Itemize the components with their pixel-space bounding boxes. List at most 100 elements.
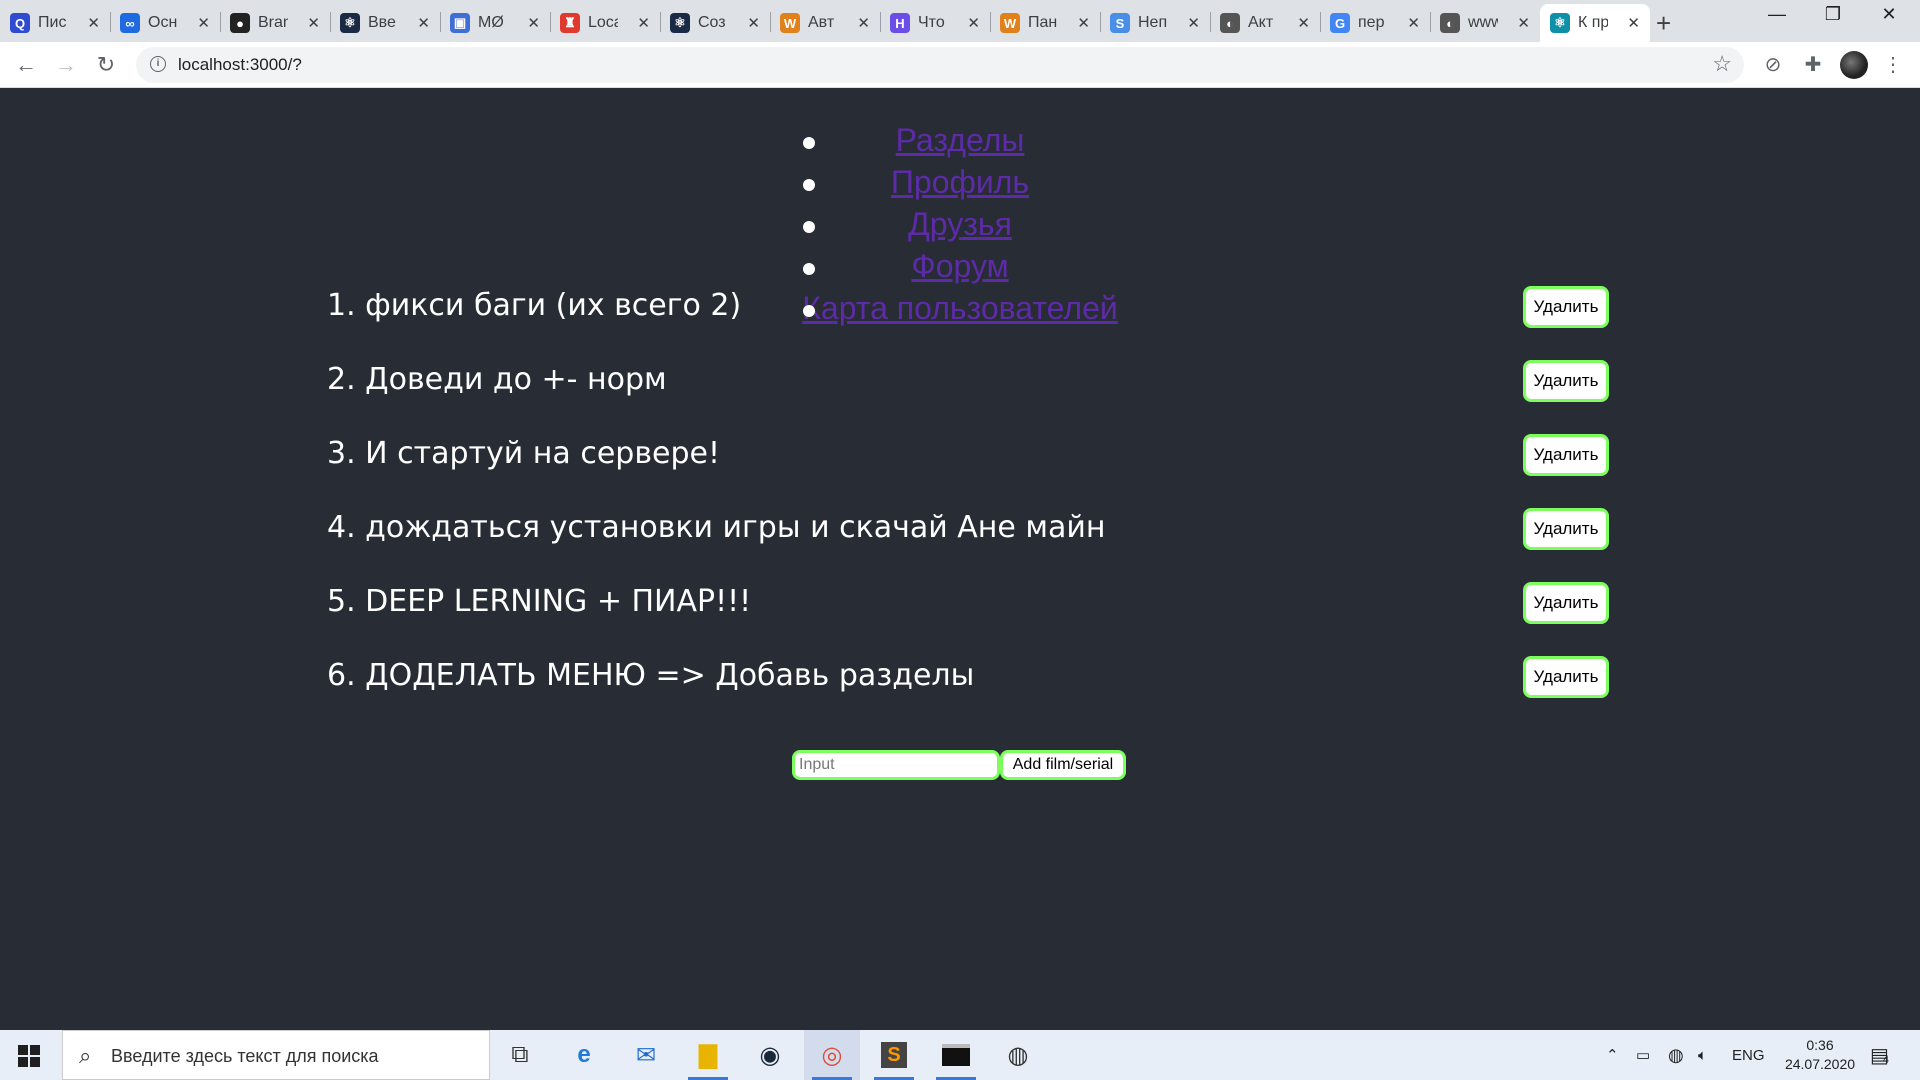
close-tab-icon[interactable]: ✕ xyxy=(527,14,540,32)
profile-avatar[interactable] xyxy=(1840,51,1868,79)
add-film-button[interactable]: Add film/serial xyxy=(1000,750,1126,780)
restore-icon[interactable]: ❐ xyxy=(1810,4,1856,25)
todo-text: 3. И стартуй на сервере! xyxy=(327,436,720,471)
list-bullet xyxy=(803,179,815,191)
chrome-icon[interactable]: ◎ xyxy=(804,1030,860,1080)
browser-tab[interactable]: W Авт ✕ xyxy=(770,4,880,42)
edge-icon[interactable]: e xyxy=(556,1030,612,1080)
mail-icon[interactable]: ✉ xyxy=(618,1030,674,1080)
nav-link-profile[interactable]: Профиль xyxy=(891,164,1029,200)
browser-tab[interactable]: H Что ✕ xyxy=(880,4,990,42)
delete-button[interactable]: Удалить xyxy=(1523,582,1609,624)
volume-icon[interactable]: 🔈︎ xyxy=(1698,1030,1707,1080)
close-tab-icon[interactable]: ✕ xyxy=(1407,14,1420,32)
browser-menu-icon[interactable]: ⋮ xyxy=(1880,52,1906,78)
close-tab-icon[interactable]: ✕ xyxy=(1517,14,1530,32)
tray-chevron-icon[interactable]: ⌃ xyxy=(1606,1030,1619,1080)
extension-sync-icon[interactable]: ⊘ xyxy=(1760,52,1786,78)
close-tab-icon[interactable]: ✕ xyxy=(1627,14,1640,32)
tab-separator xyxy=(770,12,771,32)
tab-title: Осн xyxy=(148,14,178,31)
delete-button[interactable]: Удалить xyxy=(1523,656,1609,698)
tab-title: Соз xyxy=(698,14,726,31)
tab-title: Акт xyxy=(1248,14,1274,31)
clock-date: 24.07.2020 xyxy=(1784,1056,1856,1072)
battery-icon[interactable]: ▭ xyxy=(1636,1030,1650,1080)
todo-text: 5. DEEP LERNING + ПИАР!!! xyxy=(327,584,752,619)
taskbar-search[interactable]: ⌕ Введите здесь текст для поиска xyxy=(62,1030,490,1080)
url-text[interactable]: localhost:3000/? xyxy=(178,55,302,75)
close-tab-icon[interactable]: ✕ xyxy=(1297,14,1310,32)
extensions-puzzle-icon[interactable]: ✚ xyxy=(1800,52,1826,78)
close-tab-icon[interactable]: ✕ xyxy=(967,14,980,32)
delete-button[interactable]: Удалить xyxy=(1523,434,1609,476)
browser-tab[interactable]: Q Пис ✕ xyxy=(0,4,110,42)
bookmark-star-icon[interactable]: ☆ xyxy=(1712,51,1732,77)
obs-icon[interactable]: ◍ xyxy=(990,1030,1046,1080)
tab-title: www xyxy=(1468,14,1498,31)
browser-tab[interactable]: ◐ Акт ✕ xyxy=(1210,4,1320,42)
browser-tab[interactable]: ▣ MØ ✕ xyxy=(440,4,550,42)
network-globe-icon[interactable]: ◍ xyxy=(1668,1030,1684,1080)
browser-tab[interactable]: ⚛ Соз ✕ xyxy=(660,4,770,42)
forward-icon[interactable]: → xyxy=(52,52,80,78)
add-form: Add film/serial xyxy=(792,750,1126,780)
delete-button[interactable]: Удалить xyxy=(1523,286,1609,328)
todo-text: 1. фикси баги (их всего 2) xyxy=(327,288,742,323)
browser-tab[interactable]: W Пан ✕ xyxy=(990,4,1100,42)
nav-link-forum[interactable]: Форум xyxy=(911,248,1008,284)
tab-strip: Q Пис ✕ ∞ Осн ✕ ● Bran ✕ ⚛ Вве ✕ ▣ MØ ✕ ♜ Loca ✕ ⚛ Соз ✕ W Авт… xyxy=(0,0,1920,42)
clock[interactable]: 0:36 24.07.2020 xyxy=(1772,1036,1868,1074)
address-bar[interactable]: i localhost:3000/? ☆ xyxy=(136,47,1744,83)
file-explorer-icon[interactable]: ▇ xyxy=(680,1030,736,1080)
delete-button[interactable]: Удалить xyxy=(1523,360,1609,402)
nav-link-sections[interactable]: Разделы xyxy=(896,122,1025,158)
notifications-icon[interactable]: ▤ 4 xyxy=(1870,1030,1889,1080)
close-tab-icon[interactable]: ✕ xyxy=(87,14,100,32)
browser-tab[interactable]: ♜ Loca ✕ xyxy=(550,4,660,42)
new-tab-icon[interactable]: + xyxy=(1656,8,1671,39)
delete-button[interactable]: Удалить xyxy=(1523,508,1609,550)
close-tab-icon[interactable]: ✕ xyxy=(1077,14,1090,32)
browser-tab[interactable]: ◐ www ✕ xyxy=(1430,4,1540,42)
new-item-input[interactable] xyxy=(792,750,1000,780)
tab-separator xyxy=(660,12,661,32)
close-tab-icon[interactable]: ✕ xyxy=(637,14,650,32)
tab-title: пер xyxy=(1358,14,1385,31)
close-tab-icon[interactable]: ✕ xyxy=(197,14,210,32)
close-tab-icon[interactable]: ✕ xyxy=(307,14,320,32)
nav-link-friends[interactable]: Друзья xyxy=(908,206,1012,242)
search-placeholder: Введите здесь текст для поиска xyxy=(111,1046,379,1066)
tab-separator xyxy=(1430,12,1431,32)
browser-tab[interactable]: Gпер ✕ xyxy=(1320,4,1430,42)
task-view-icon[interactable]: ⧉ xyxy=(492,1030,548,1080)
language-indicator[interactable]: ENG xyxy=(1732,1030,1765,1080)
todo-text: 4. дождаться установки игры и скачай Ане… xyxy=(327,510,1106,545)
minimize-icon[interactable]: — xyxy=(1754,4,1800,25)
tower-icon: ♜ xyxy=(560,13,580,33)
browser-tab[interactable]: ∞ Осн ✕ xyxy=(110,4,220,42)
close-tab-icon[interactable]: ✕ xyxy=(1187,14,1200,32)
nav-item-profile: Профиль xyxy=(0,161,1920,203)
reload-icon[interactable]: ↻ xyxy=(92,52,120,78)
close-tab-icon[interactable]: ✕ xyxy=(857,14,870,32)
close-window-icon[interactable]: ✕ xyxy=(1866,4,1912,25)
react-icon: ⚛ xyxy=(670,13,690,33)
sublime-text-icon[interactable]: S xyxy=(866,1030,922,1080)
browser-tab[interactable]: ⚛ К пр ✕ xyxy=(1540,4,1650,42)
browser-tab[interactable]: ⚛ Вве ✕ xyxy=(330,4,440,42)
s-icon: S xyxy=(1110,13,1130,33)
search-icon: ⌕ xyxy=(79,1043,92,1068)
close-tab-icon[interactable]: ✕ xyxy=(747,14,760,32)
site-info-icon[interactable]: i xyxy=(150,56,166,72)
close-tab-icon[interactable]: ✕ xyxy=(417,14,430,32)
browser-tab[interactable]: ● Bran ✕ xyxy=(220,4,330,42)
windows-start-icon[interactable] xyxy=(18,1045,40,1067)
tab-title: Bran xyxy=(258,14,288,31)
steam-icon[interactable]: ◉ xyxy=(742,1030,798,1080)
back-icon[interactable]: ← xyxy=(12,52,40,78)
todo-item: 2. Доведи до +- норм Удалить xyxy=(327,360,1609,404)
terminal-icon[interactable] xyxy=(928,1030,984,1080)
browser-tab[interactable]: S Неп ✕ xyxy=(1100,4,1210,42)
tab-title: Неп xyxy=(1138,14,1168,31)
